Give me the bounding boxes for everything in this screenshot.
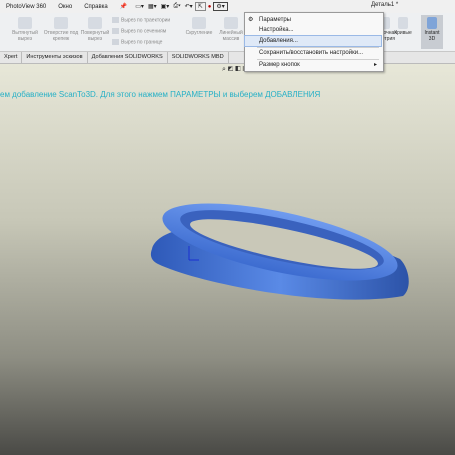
curves-button[interactable]: Кривые xyxy=(392,15,414,49)
new-document-icon[interactable]: ▭▾ xyxy=(133,3,146,10)
extruded-cut-button[interactable]: Вытянутый вырез xyxy=(6,15,44,49)
menu-bar: PhotoView 360 Окно Справка 📌 ▭▾ ▦▾ ▣▾ ⎙▾… xyxy=(0,0,455,13)
save-icon[interactable]: ▣▾ xyxy=(159,3,172,10)
swept-cut-button[interactable]: Вырез по траектории xyxy=(112,17,170,23)
menu-window[interactable]: Окно xyxy=(52,4,78,10)
print-icon[interactable]: ⎙▾ xyxy=(171,3,182,10)
menu-item-button-size[interactable]: Размер кнопок ▸ xyxy=(245,60,381,70)
swept-cut-icon xyxy=(112,17,119,23)
options-gear-menu-icon: ⚙ xyxy=(248,17,254,23)
command-tabs: Xpert Инструменты эскизов Добавления SOL… xyxy=(0,52,455,64)
tab-xpert[interactable]: Xpert xyxy=(0,52,23,63)
select-icon[interactable]: ⇱ xyxy=(194,2,206,11)
fillet-icon xyxy=(192,17,206,29)
menu-item-addins[interactable]: Добавления... xyxy=(244,35,382,47)
part-model xyxy=(150,203,409,300)
menu-help[interactable]: Справка xyxy=(78,4,114,10)
document-title: Деталь1 * xyxy=(371,2,399,8)
open-icon[interactable]: ▦▾ xyxy=(146,3,159,10)
instant-3d-icon xyxy=(427,17,437,29)
lofted-cut-button[interactable]: Вырез по сечениям xyxy=(112,28,166,34)
extruded-cut-icon xyxy=(18,17,32,29)
boundary-cut-icon xyxy=(112,39,119,45)
rebuild-icon[interactable]: ● xyxy=(206,4,214,10)
menu-photoview[interactable]: PhotoView 360 xyxy=(0,4,52,10)
tutorial-caption: ем добавление ScanTo3D. Для этого нажмем… xyxy=(0,90,321,99)
tab-sketch-tools[interactable]: Инструменты эскизов xyxy=(22,52,88,63)
hole-wizard-icon xyxy=(54,17,68,29)
graphics-area[interactable]: ⌕◩◧▤◐ ем добавление ScanTo3D. Для этого … xyxy=(0,64,455,455)
command-manager: Вытянутый вырез Отверстие под крепеж Пов… xyxy=(0,13,455,52)
instant-3d-button[interactable]: Instant 3D xyxy=(421,15,443,49)
revolved-cut-icon xyxy=(88,17,102,29)
tab-solidworks-addins[interactable]: Добавления SOLIDWORKS xyxy=(88,52,168,63)
menu-item-save-restore[interactable]: Сохранить/восстановить настройки... xyxy=(245,48,381,58)
tab-solidworks-mbd[interactable]: SOLIDWORKS MBD xyxy=(168,52,229,63)
boundary-cut-button[interactable]: Вырез по границе xyxy=(112,39,162,45)
submenu-arrow-icon: ▸ xyxy=(373,62,377,68)
revolved-cut-button[interactable]: Повернутый вырез xyxy=(76,15,114,49)
curves-icon xyxy=(398,17,408,29)
menu-item-options[interactable]: ⚙ Параметры xyxy=(245,15,381,25)
pin-icon[interactable]: 📌 xyxy=(114,3,133,10)
linear-pattern-icon xyxy=(224,17,238,29)
options-dropdown: ⚙ Параметры Настройка... Добавления... С… xyxy=(244,12,384,72)
lofted-cut-icon xyxy=(112,28,119,34)
hole-wizard-button[interactable]: Отверстие под крепеж xyxy=(42,15,80,49)
menu-item-customize[interactable]: Настройка... xyxy=(245,25,381,35)
options-gear-icon[interactable]: ⚙▾ xyxy=(213,2,228,11)
undo-icon[interactable]: ↶▾ xyxy=(183,3,195,10)
